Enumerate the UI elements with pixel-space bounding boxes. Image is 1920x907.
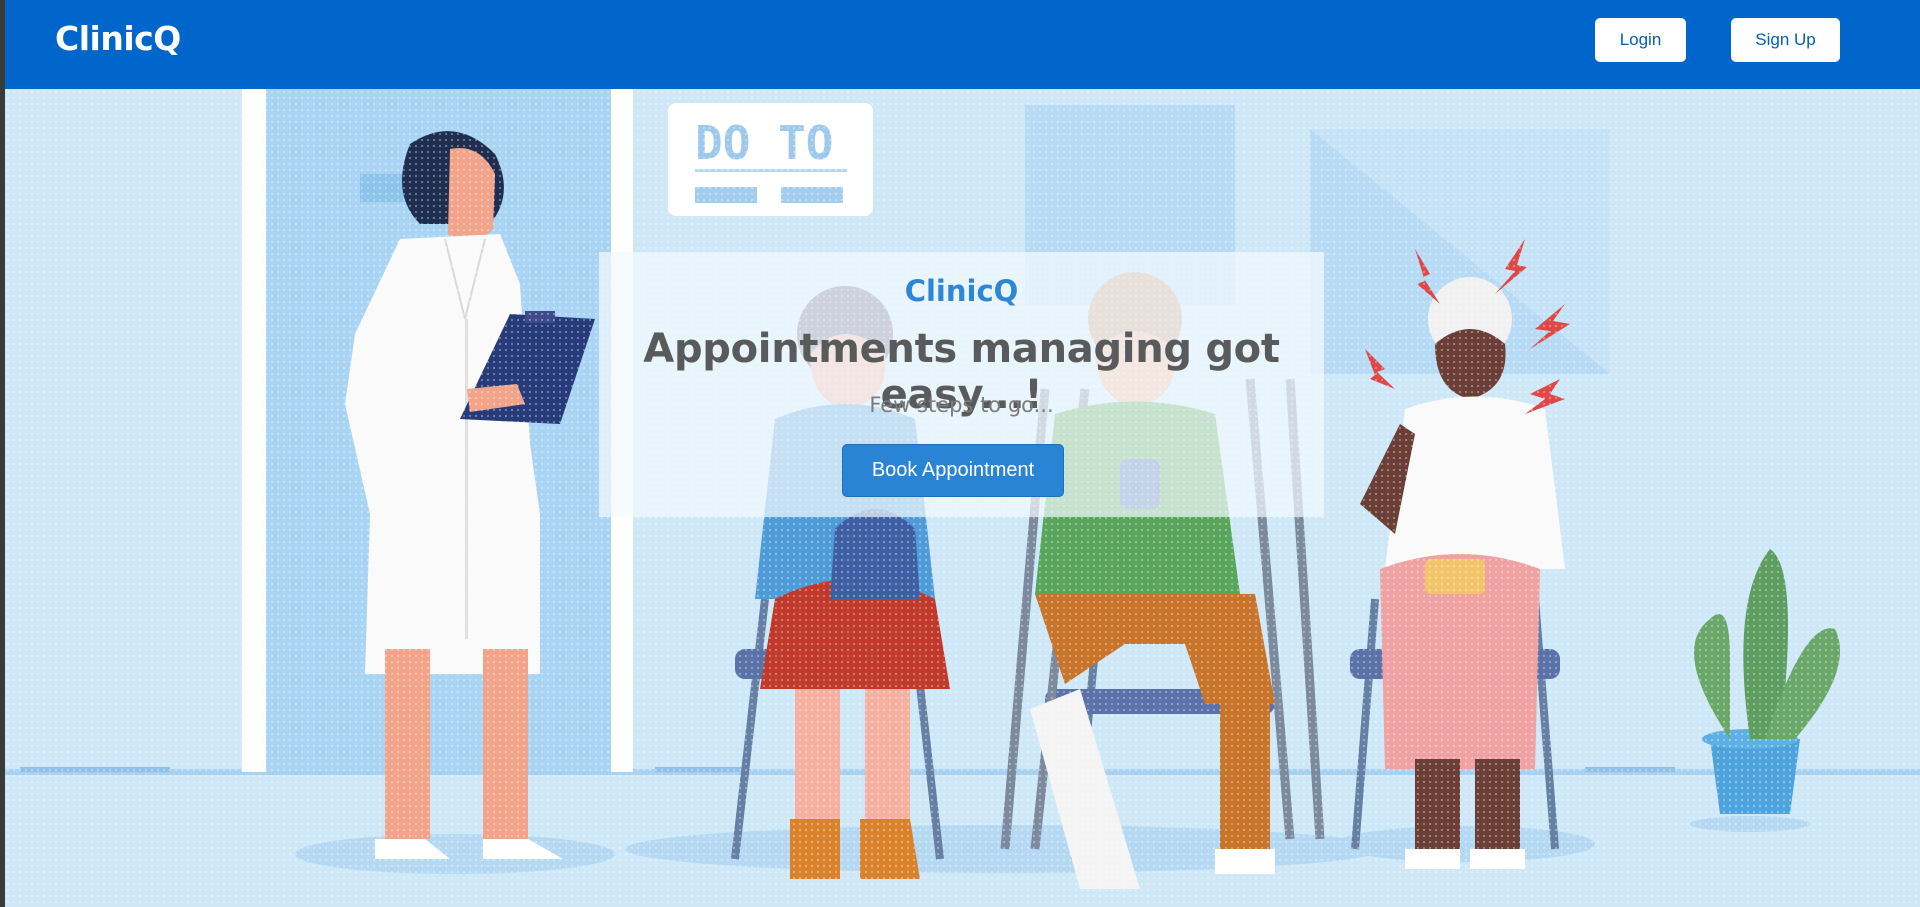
- hero-card: ClinicQ Appointments managing got easy..…: [599, 252, 1324, 517]
- brand-logo[interactable]: ClinicQ: [55, 19, 181, 58]
- card-brand: ClinicQ: [904, 274, 1019, 308]
- board-text: DO TO: [695, 116, 833, 170]
- login-button[interactable]: Login: [1595, 18, 1686, 62]
- signup-button[interactable]: Sign Up: [1731, 18, 1840, 62]
- page: ClinicQ Login Sign Up DO TO ClinicQ Appo…: [5, 0, 1920, 907]
- hero-subtitle: Few steps to go...: [869, 393, 1054, 417]
- book-appointment-button[interactable]: Book Appointment: [842, 444, 1064, 497]
- navbar: ClinicQ Login Sign Up: [5, 0, 1920, 89]
